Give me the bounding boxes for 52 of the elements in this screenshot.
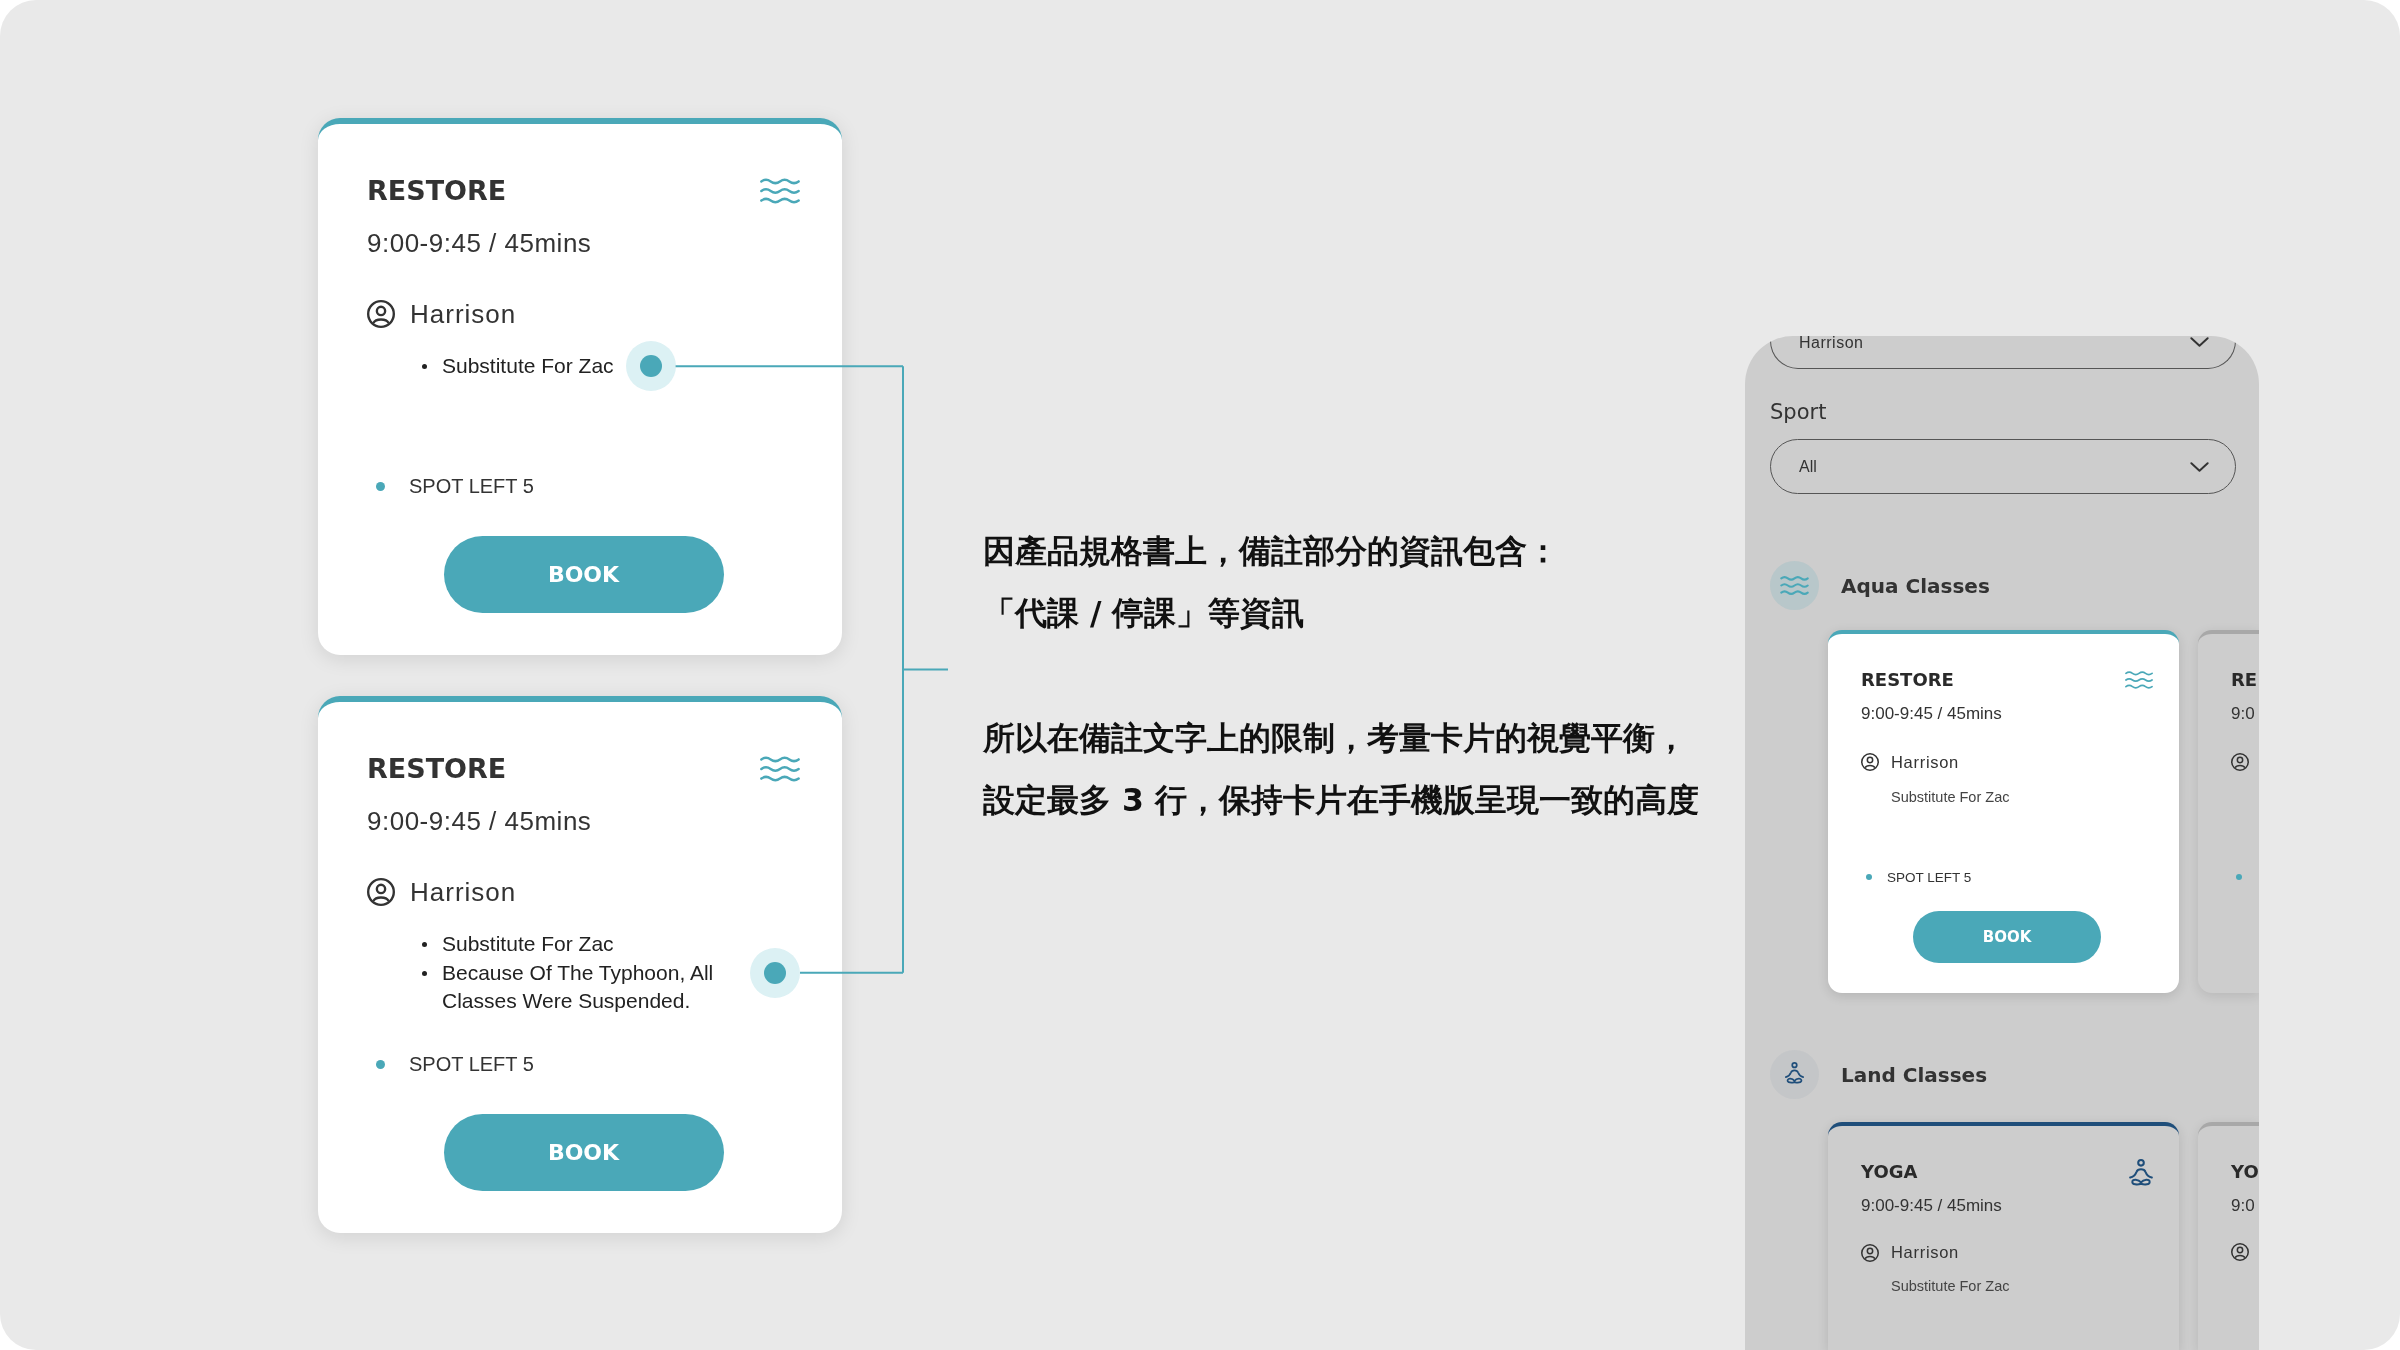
annotation-text: 因產品規格書上，備註部分的資訊包含： 「代課 / 停課」等資訊 bbox=[983, 531, 1559, 633]
class-time: 9:00-9:45 / 45mins bbox=[367, 228, 592, 258]
annotation-text: 所以在備註文字上的限制，考量卡片的視覺平衡， 設定最多 3 行，保持卡片在手機版呈現一致的高度 bbox=[983, 718, 1699, 820]
instructor-name: Harrison bbox=[410, 876, 517, 908]
note-text: Substitute For Zac bbox=[1891, 1278, 2010, 1294]
class-time: 9:0 bbox=[2231, 1196, 2255, 1215]
dot-icon bbox=[1866, 874, 1872, 880]
dot-icon bbox=[376, 1059, 385, 1069]
bullet-icon bbox=[422, 942, 427, 947]
dot-icon bbox=[376, 481, 385, 491]
chevron-down-icon bbox=[2190, 337, 2209, 347]
card-title: RESTORE bbox=[367, 752, 507, 786]
book-button[interactable]: BOOK bbox=[1913, 911, 2101, 963]
card-title: RE bbox=[2231, 668, 2258, 692]
spots-left-text: SPOT LEFT 5 bbox=[409, 474, 534, 498]
instructor-name: Harrison bbox=[410, 298, 517, 330]
spots-left-text: SPOT LEFT 5 bbox=[1887, 869, 1972, 885]
person-icon bbox=[1861, 1243, 1879, 1262]
card-title: RESTORE bbox=[367, 174, 507, 208]
bullet-icon bbox=[422, 970, 427, 976]
note-text: Substitute For Zac bbox=[442, 353, 614, 379]
section-title: Aqua Classes bbox=[1841, 573, 1990, 598]
field-label: Sport bbox=[1770, 400, 1827, 424]
class-time: 9:00-9:45 / 45mins bbox=[1861, 704, 2002, 723]
class-time: 9:00-9:45 / 45mins bbox=[367, 806, 592, 836]
chevron-down-icon bbox=[2190, 461, 2209, 472]
card-title: YO bbox=[2231, 1160, 2259, 1184]
meditation-icon bbox=[1770, 1050, 1819, 1099]
book-button[interactable]: BOOK bbox=[443, 1114, 724, 1191]
marker-icon bbox=[750, 947, 800, 998]
waves-icon bbox=[760, 178, 800, 204]
section-title: Land Classes bbox=[1841, 1062, 1988, 1087]
waves-icon bbox=[1770, 561, 1819, 610]
marker-icon bbox=[625, 341, 676, 392]
card-title: YOGA bbox=[1861, 1160, 1918, 1184]
note-text: Substitute For Zac bbox=[1891, 789, 2010, 805]
person-icon bbox=[1861, 753, 1879, 771]
person-icon bbox=[2231, 1243, 2249, 1261]
person-icon bbox=[367, 878, 395, 906]
class-time: 9:00-9:45 / 45mins bbox=[1861, 1196, 2002, 1215]
person-icon bbox=[367, 300, 395, 328]
book-button[interactable]: BOOK bbox=[443, 536, 724, 613]
class-time: 9:0 bbox=[2231, 704, 2255, 723]
instructor-name: Harrison bbox=[1891, 1243, 1959, 1262]
spots-left-text: SPOT LEFT 5 bbox=[409, 1052, 534, 1076]
waves-icon bbox=[760, 756, 800, 782]
instructor-name: Harrison bbox=[1891, 752, 1959, 772]
bullet-icon bbox=[422, 364, 427, 369]
note-text: Because Of The Typhoon, All Classes Were Suspended. bbox=[442, 959, 715, 1014]
person-icon bbox=[2231, 753, 2249, 771]
card-title: RESTORE bbox=[1861, 668, 1954, 692]
note-text: Substitute For Zac bbox=[442, 931, 614, 957]
